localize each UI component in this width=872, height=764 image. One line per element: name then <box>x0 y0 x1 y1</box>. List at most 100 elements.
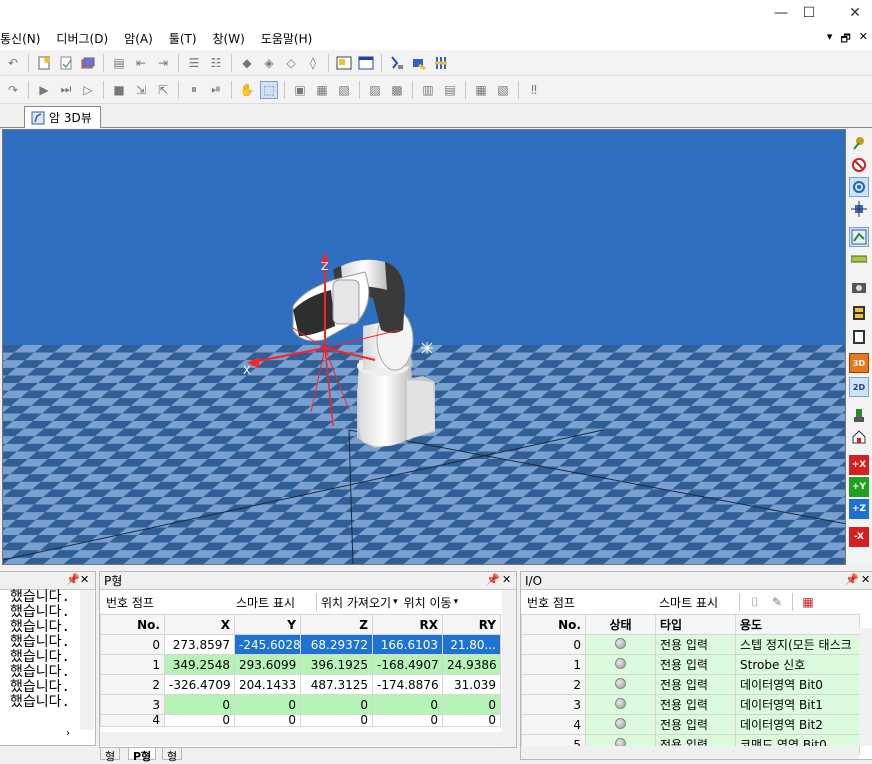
io-table-vscroll[interactable] <box>859 628 872 746</box>
layout-icon[interactable] <box>849 227 869 247</box>
cell-use[interactable]: 데이터영역 Bit1 <box>735 694 860 715</box>
film-record-icon[interactable] <box>849 327 869 347</box>
io-filter-icon[interactable]: ⌷ <box>746 593 764 611</box>
close-button[interactable]: ✕ <box>832 0 872 26</box>
cell-z[interactable]: 396.1925 <box>300 654 373 675</box>
row-number[interactable]: 4 <box>100 714 165 727</box>
column-header[interactable]: 타입 <box>655 614 736 635</box>
row-number[interactable]: 1 <box>521 654 586 675</box>
menu-window[interactable]: 창(W) <box>205 30 253 47</box>
no-entry-icon[interactable] <box>849 155 869 175</box>
new-file-icon[interactable] <box>35 54 53 72</box>
pin-icon[interactable]: 📌 <box>66 573 80 586</box>
cell-y[interactable]: 204.1433 <box>234 674 301 695</box>
step-into-icon[interactable]: ⇲ <box>132 81 150 99</box>
pause-icon[interactable]: ⏸ <box>185 81 203 99</box>
position-fetch-button[interactable]: 위치 가져오기 <box>321 594 391 611</box>
position-move-button[interactable]: 위치 이동 <box>404 594 452 611</box>
cell-type[interactable]: 전용 입력 <box>655 694 736 715</box>
mdi-close-icon[interactable]: ✕ <box>859 30 868 49</box>
point-icon[interactable]: ◆ <box>238 54 256 72</box>
row-number[interactable]: 4 <box>521 714 586 735</box>
tab-bottom-1[interactable]: 형 <box>100 748 121 763</box>
pin-icon[interactable]: 📌 <box>486 573 500 586</box>
column-header[interactable]: 용도 <box>735 614 860 635</box>
cell-ry[interactable]: 21.80... <box>442 634 501 655</box>
scroll-right-icon[interactable]: › <box>66 728 70 739</box>
io-monitor-icon[interactable]: ▦ <box>472 81 490 99</box>
run-icon[interactable]: ▶ <box>35 81 53 99</box>
table-row[interactable]: 2 -326.4709 204.1433 487.3125 -174.8876 … <box>100 674 501 695</box>
row-number[interactable]: 3 <box>521 694 586 715</box>
tab-arm-3d-view[interactable]: 암 3D뷰 <box>24 106 101 128</box>
layers-icon[interactable] <box>79 54 97 72</box>
number-jump-label[interactable]: 번호 점프 <box>527 594 659 611</box>
robot-move-icon[interactable] <box>388 54 406 72</box>
view-2d-icon[interactable]: 2D <box>849 377 869 397</box>
io-table-hscroll[interactable] <box>521 746 859 759</box>
film-icon[interactable] <box>849 303 869 323</box>
memory-view-icon[interactable]: ▤ <box>441 81 459 99</box>
cell-z[interactable]: 487.3125 <box>300 674 373 695</box>
row-number[interactable]: 2 <box>100 674 165 695</box>
view-plus-z-icon[interactable]: +Z <box>849 499 869 519</box>
column-header[interactable]: 상태 <box>585 614 656 635</box>
cursor-mode-icon[interactable]: ⬚ <box>260 80 278 99</box>
cell-y[interactable]: 0 <box>234 694 301 715</box>
cell-rx[interactable]: 166.6103 <box>372 634 443 655</box>
table-row[interactable]: 1 전용 입력 Strobe 신호 <box>521 654 860 675</box>
ruler-icon[interactable] <box>849 249 869 269</box>
tab-bottom-3[interactable]: 형 <box>162 748 183 763</box>
menu-communication[interactable]: 통신(N) <box>0 30 48 47</box>
breakpoint-icon[interactable]: ▣ <box>291 81 309 99</box>
point-remove-icon[interactable]: ◇ <box>282 54 300 72</box>
cell-y[interactable]: -245.6028 <box>234 634 301 655</box>
column-header[interactable]: Z <box>300 614 373 635</box>
number-jump-label[interactable]: 번호 점프 <box>106 594 236 611</box>
view-minus-x-icon[interactable]: -X <box>849 527 869 547</box>
p-table-hscroll[interactable] <box>100 732 502 746</box>
grid-window-icon[interactable] <box>357 54 375 72</box>
table-row[interactable]: 2 전용 입력 데이터영역 Bit0 <box>521 674 860 695</box>
cell-x[interactable]: -326.4709 <box>164 674 235 695</box>
rotate-view-icon[interactable] <box>849 177 869 197</box>
row-number[interactable]: 3 <box>100 694 165 715</box>
io-clear-icon[interactable]: ▦ <box>799 593 817 611</box>
table-row[interactable]: 1 349.2548 293.6099 396.1925 -168.4907 2… <box>100 654 501 675</box>
indent-icon[interactable]: ⇤ <box>132 54 150 72</box>
table-row[interactable]: 3 전용 입력 데이터영역 Bit1 <box>521 694 860 715</box>
robot-icon[interactable] <box>849 133 869 153</box>
menu-arm[interactable]: 암(A) <box>116 30 161 47</box>
camera-icon[interactable] <box>849 277 869 297</box>
move-view-icon[interactable] <box>849 199 869 219</box>
row-number[interactable]: 1 <box>100 654 165 675</box>
row-number[interactable]: 2 <box>521 674 586 695</box>
hand-icon[interactable]: ✋ <box>238 81 256 99</box>
column-header[interactable]: Y <box>234 614 301 635</box>
column-header[interactable]: RX <box>372 614 443 635</box>
cell-z[interactable]: 0 <box>300 714 373 727</box>
row-number[interactable]: 0 <box>100 634 165 655</box>
variable-icon[interactable] <box>335 54 353 72</box>
column-header[interactable]: X <box>164 614 235 635</box>
cell-type[interactable]: 전용 입력 <box>655 674 736 695</box>
cell-rx[interactable]: -168.4907 <box>372 654 443 675</box>
edit-doc-icon[interactable] <box>57 54 75 72</box>
watch-add-icon[interactable]: ▩ <box>388 81 406 99</box>
cell-x[interactable]: 273.8597 <box>164 634 235 655</box>
column-header[interactable]: No. <box>521 614 586 635</box>
view-plus-y-icon[interactable]: +Y <box>849 477 869 497</box>
robot-align-icon[interactable] <box>432 54 450 72</box>
output-vscroll[interactable] <box>80 590 94 730</box>
robot-folder-icon[interactable] <box>410 54 428 72</box>
point-edit-icon[interactable]: ◊ <box>304 54 322 72</box>
close-icon[interactable]: ✕ <box>502 573 511 586</box>
cell-rx[interactable]: 0 <box>372 714 443 727</box>
view-3d-icon[interactable]: 3D <box>849 353 869 373</box>
step-over-icon[interactable]: ⇱ <box>154 81 172 99</box>
undo-icon[interactable]: ↶ <box>4 54 22 72</box>
cell-x[interactable]: 0 <box>164 694 235 715</box>
smart-display-button[interactable]: 스마트 표시 <box>659 594 735 611</box>
column-header[interactable]: RY <box>442 614 501 635</box>
cell-ry[interactable]: 31.039 <box>442 674 501 695</box>
